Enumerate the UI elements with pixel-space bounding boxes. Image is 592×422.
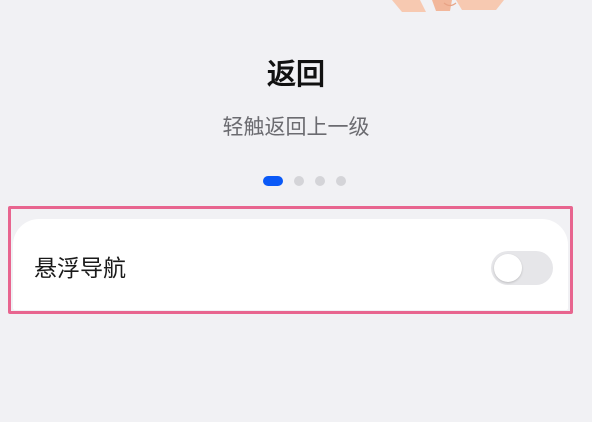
page-subtitle: 轻触返回上一级: [222, 115, 370, 139]
page-indicator: [0, 175, 592, 187]
page-title: 返回: [266, 57, 325, 91]
page-dot-3[interactable]: [314, 176, 325, 186]
hand-illustration: [392, 0, 504, 12]
highlight-frame: [8, 206, 573, 314]
gesture-tutorial-screen: 返回 轻触返回上一级 悬浮导航: [0, 0, 592, 422]
page-dot-1[interactable]: [262, 176, 283, 186]
page-dot-2[interactable]: [293, 176, 304, 186]
page-dot-4[interactable]: [335, 176, 346, 186]
